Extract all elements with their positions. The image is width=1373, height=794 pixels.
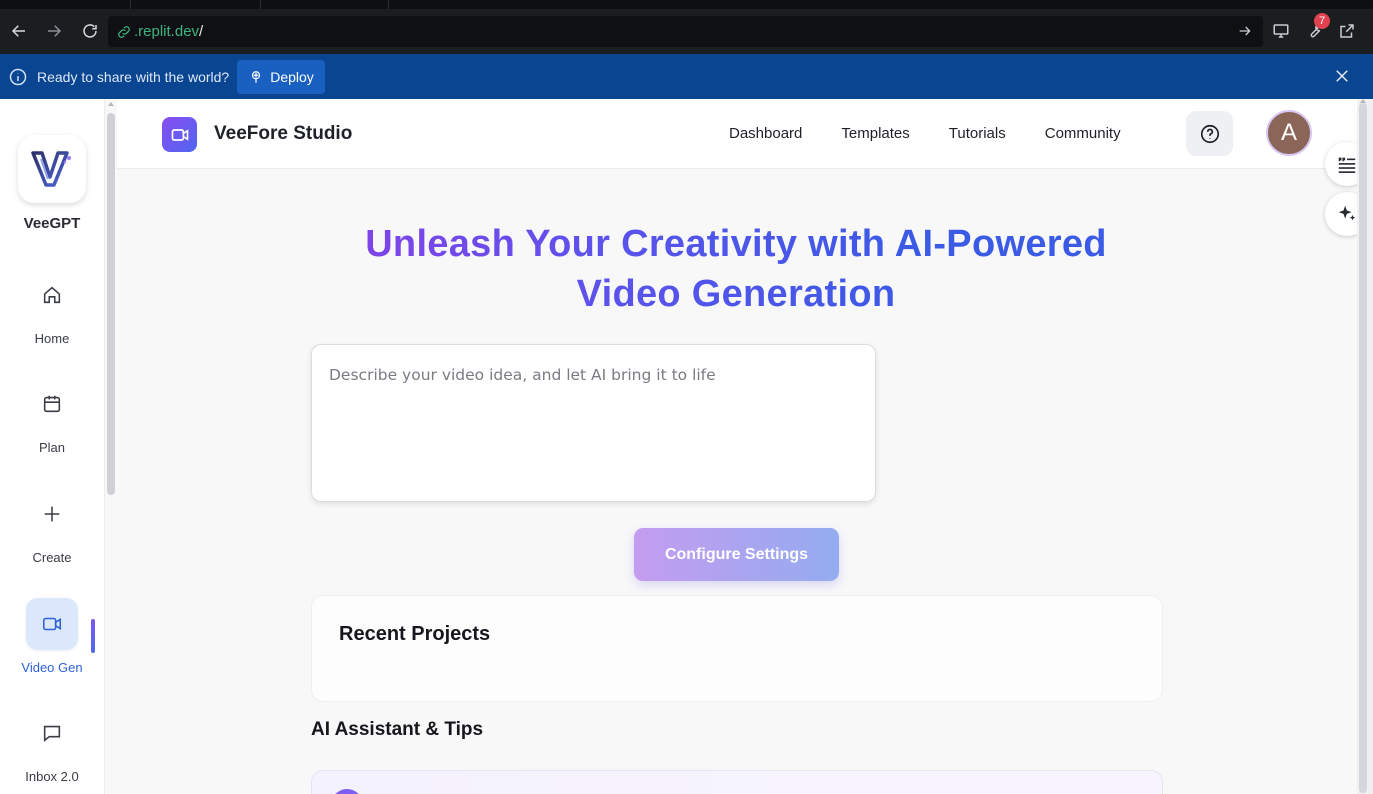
close-icon[interactable] xyxy=(1333,67,1351,85)
arrow-left-icon xyxy=(11,25,25,37)
monitor-icon xyxy=(1273,24,1289,38)
browser-tab[interactable] xyxy=(260,0,388,9)
devices-button[interactable] xyxy=(1269,19,1293,43)
tab-strip xyxy=(0,0,1373,9)
sidebar-item-label: Create xyxy=(32,550,72,565)
help-button[interactable] xyxy=(1186,111,1233,156)
chat-bubble-icon xyxy=(43,725,61,742)
sidebar-item-plan[interactable]: Plan xyxy=(0,378,104,455)
sidebar-item-home[interactable]: Home xyxy=(0,269,104,346)
deploy-label: Deploy xyxy=(270,68,314,85)
reload-button[interactable] xyxy=(78,19,102,43)
active-indicator xyxy=(91,619,95,653)
deploy-banner: Ready to share with the world? Deploy xyxy=(0,54,1373,99)
sidebar-item-label: Plan xyxy=(38,440,66,455)
recent-projects-title: Recent Projects xyxy=(339,623,491,645)
hero-line-1: Unleash Your Creativity with AI-Powered xyxy=(286,219,1186,269)
nav-link-templates[interactable]: Templates xyxy=(841,125,909,142)
video-prompt-input[interactable] xyxy=(312,345,875,501)
sidebar-item-label: Video Gen xyxy=(21,660,83,675)
back-button[interactable] xyxy=(7,19,31,43)
sidebar-item-label: Home xyxy=(34,331,70,346)
deploy-icon xyxy=(252,70,261,83)
ai-tips-card xyxy=(311,770,1163,794)
devtools-button[interactable]: 7 xyxy=(1302,13,1330,43)
hero-line-2: Video Generation xyxy=(286,269,1186,319)
veegpt-logo[interactable] xyxy=(18,135,86,203)
info-icon xyxy=(9,68,27,85)
prompt-container xyxy=(311,344,876,502)
hero-heading: Unleash Your Creativity with AI-Powered … xyxy=(286,219,1186,319)
main-nav: Dashboard Templates Tutorials Community xyxy=(729,125,1121,142)
address-bar[interactable]: .replit.dev / xyxy=(108,16,1263,47)
sparkle-icon xyxy=(1338,205,1356,221)
sidebar-icon-wrap xyxy=(26,707,78,759)
sidebar-scroll-up[interactable] xyxy=(108,102,114,106)
sidebar-icon-wrap xyxy=(26,488,78,540)
sidebar: VeeGPT Home Plan Create Video Gen Inbox … xyxy=(0,99,105,794)
app-viewport: VeeGPT Home Plan Create Video Gen Inbox … xyxy=(0,99,1373,794)
video-camera-icon xyxy=(42,617,62,631)
sidebar-scrollbar[interactable] xyxy=(107,113,115,495)
browser-tab[interactable] xyxy=(388,0,390,9)
logo-v-icon xyxy=(31,151,71,187)
plus-icon xyxy=(44,506,60,522)
app-logo[interactable] xyxy=(162,117,197,152)
top-navbar: VeeFore Studio Dashboard Templates Tutor… xyxy=(117,99,1357,169)
video-camera-icon xyxy=(171,128,188,141)
sidebar-item-create[interactable]: Create xyxy=(0,488,104,565)
external-link-icon xyxy=(1340,24,1354,38)
sidebar-icon-wrap xyxy=(26,598,78,650)
link-icon xyxy=(118,25,130,38)
avatar[interactable]: A xyxy=(1266,110,1312,156)
forward-button[interactable] xyxy=(42,19,66,43)
page-scrollbar[interactable] xyxy=(1357,99,1373,794)
sidebar-icon-wrap xyxy=(26,269,78,321)
assistant-avatar xyxy=(331,789,363,794)
ai-tips-title: AI Assistant & Tips xyxy=(311,719,484,740)
sidebar-item-video-gen[interactable]: Video Gen xyxy=(0,598,104,675)
open-new-tab-button[interactable] xyxy=(1335,19,1359,43)
url-path: / xyxy=(199,23,204,40)
app-title: VeeFore Studio xyxy=(214,123,353,144)
arrow-right-icon xyxy=(48,25,62,37)
reload-icon xyxy=(83,24,97,38)
banner-message: Ready to share with the world? xyxy=(37,68,230,85)
nav-link-dashboard[interactable]: Dashboard xyxy=(729,125,802,142)
brand-name: VeeGPT xyxy=(23,215,81,232)
nav-link-tutorials[interactable]: Tutorials xyxy=(949,125,1006,142)
configure-settings-button[interactable]: Configure Settings xyxy=(634,528,839,581)
quote-list-icon xyxy=(1338,157,1356,173)
sidebar-item-label: Inbox 2.0 xyxy=(25,769,79,784)
question-circle-icon xyxy=(1200,124,1219,143)
url-host: .replit.dev xyxy=(134,23,200,40)
notification-badge: 7 xyxy=(1314,13,1330,29)
deploy-button[interactable]: Deploy xyxy=(237,59,325,94)
home-icon xyxy=(43,286,61,304)
browser-tab[interactable] xyxy=(130,0,260,9)
scroll-thumb[interactable] xyxy=(1359,103,1367,793)
sidebar-item-inbox[interactable]: Inbox 2.0 xyxy=(0,707,104,784)
recent-projects-card: Recent Projects xyxy=(311,595,1163,702)
go-arrow-icon[interactable] xyxy=(1237,23,1253,39)
sidebar-icon-wrap xyxy=(26,378,78,430)
nav-link-community[interactable]: Community xyxy=(1045,125,1121,142)
calendar-icon xyxy=(43,395,61,413)
browser-toolbar: .replit.dev/ 7 xyxy=(0,9,1373,54)
